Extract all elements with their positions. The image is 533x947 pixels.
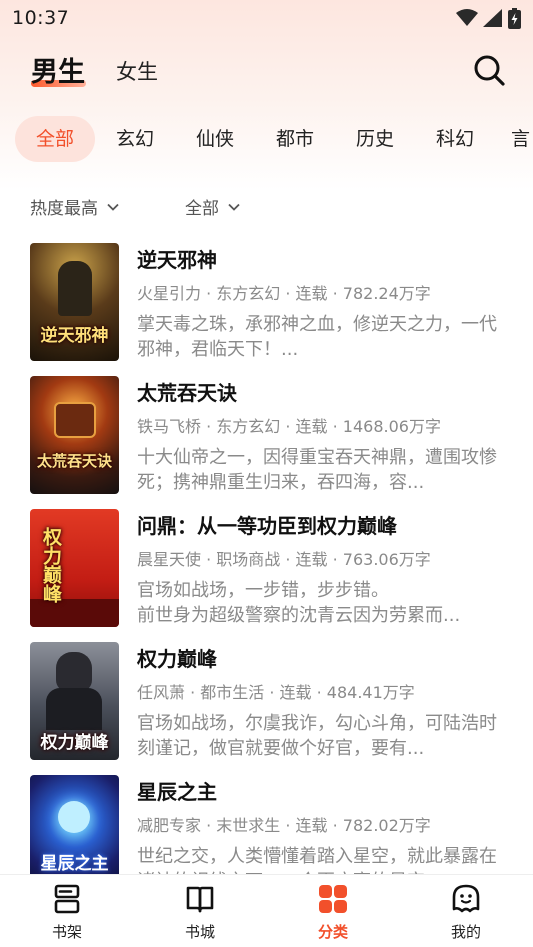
- book-item[interactable]: 太荒吞天诀 太荒吞天诀 铁马飞桥 · 东方玄幻 · 连载 · 1468.06万字…: [0, 373, 533, 506]
- book-cover: 星辰之主: [30, 775, 119, 874]
- cover-figure-head: [56, 652, 92, 692]
- book-meta: 晨星天使 · 职场商战 · 连载 · 763.06万字: [137, 550, 431, 569]
- book-item[interactable]: 星辰之主 星辰之主 减肥专家 · 末世求生 · 连载 · 782.02万字 世纪…: [0, 772, 533, 874]
- book-title: 逆天邪神: [137, 248, 217, 272]
- book-description: 官场如战场，一步错，步步错。 前世身为超级警察的沈青云因为劳累而...: [137, 580, 461, 626]
- cover-orb: [58, 801, 90, 833]
- book-cover: 逆天邪神: [30, 243, 119, 361]
- wifi-icon: [456, 9, 478, 26]
- cover-title: 权力巅峰: [40, 527, 62, 603]
- search-icon: [474, 55, 505, 86]
- category-xuanhuan[interactable]: 玄幻: [111, 116, 159, 162]
- cover-title: 权力巅峰: [40, 733, 109, 753]
- grid-icon: [319, 885, 347, 913]
- book-title: 星辰之主: [137, 780, 217, 804]
- nav-bookshelf-label: 书架: [51, 923, 82, 941]
- category-lishi[interactable]: 历史: [351, 116, 399, 162]
- battery-icon: [508, 7, 521, 29]
- category-more[interactable]: 言: [511, 116, 533, 162]
- cellular-signal-icon: [483, 9, 502, 27]
- profile-icon: [452, 884, 480, 913]
- book-meta: 任风萧 · 都市生活 · 连载 · 484.41万字: [137, 683, 415, 702]
- category-kehuan[interactable]: 科幻: [431, 116, 479, 162]
- bookshelf-icon: [54, 884, 80, 914]
- cover-title: 太荒吞天诀: [36, 452, 112, 470]
- nav-bookshelf[interactable]: 书架: [27, 883, 107, 942]
- chevron-down-icon: [107, 203, 119, 211]
- category-tabs: 全部 玄幻 仙侠 都市 历史 科幻 言: [0, 116, 533, 162]
- book-title: 太荒吞天诀: [137, 381, 237, 405]
- book-item[interactable]: 逆天邪神 逆天邪神 火星引力 · 东方玄幻 · 连载 · 782.24万字 掌天…: [0, 240, 533, 373]
- gender-tabs: 男生 女生: [0, 50, 533, 94]
- book-open-icon: [186, 886, 214, 913]
- cover-cauldron: [54, 402, 96, 438]
- status-filter-label: 全部: [185, 199, 219, 219]
- nav-profile-label: 我的: [450, 923, 481, 941]
- book-title: 问鼎：从一等功臣到权力巅峰: [137, 514, 397, 538]
- book-meta: 减肥专家 · 末世求生 · 连载 · 782.02万字: [137, 816, 431, 835]
- book-description: 十大仙帝之一，因得重宝吞天神鼎，遭围攻惨死；携神鼎重生归来，吞四海，容...: [137, 447, 497, 493]
- status-filter[interactable]: 全部: [185, 194, 241, 219]
- sort-filter-label: 热度最高: [30, 199, 98, 219]
- nav-category-label: 分类: [317, 923, 348, 941]
- book-item[interactable]: 权力巅峰 权力巅峰 任风萧 · 都市生活 · 连载 · 484.41万字 官场如…: [0, 639, 533, 772]
- status-time: 10:37: [12, 7, 70, 29]
- category-xianxia[interactable]: 仙侠: [191, 116, 239, 162]
- cover-title: 星辰之主: [40, 854, 109, 874]
- book-description: 世纪之交，人类懵懂着踏入星空，就此暴露在诸神的视线之下，一个更广袤的星空...: [137, 846, 497, 874]
- category-all[interactable]: 全部: [15, 116, 95, 162]
- book-meta: 火星引力 · 东方玄幻 · 连载 · 782.24万字: [137, 284, 431, 303]
- cover-figure: [58, 261, 92, 316]
- filter-row: 热度最高 全部: [0, 190, 533, 222]
- book-description: 官场如战场，尔虞我诈，勾心斗角，可陆浩时刻谨记，做官就要做个好官，要有...: [137, 713, 497, 759]
- nav-category[interactable]: 分类: [293, 883, 373, 942]
- search-button[interactable]: [472, 53, 506, 87]
- book-item[interactable]: 权力巅峰 问鼎：从一等功臣到权力巅峰 晨星天使 · 职场商战 · 连载 · 76…: [0, 506, 533, 639]
- book-meta: 铁马飞桥 · 东方玄幻 · 连载 · 1468.06万字: [137, 417, 441, 436]
- cover-figure-body: [46, 688, 102, 730]
- book-cover: 太荒吞天诀: [30, 376, 119, 494]
- book-title: 权力巅峰: [137, 647, 217, 671]
- nav-bookstore[interactable]: 书城: [160, 883, 240, 942]
- book-cover: 权力巅峰: [30, 509, 119, 627]
- sort-filter[interactable]: 热度最高: [30, 194, 120, 219]
- book-list: 逆天邪神 逆天邪神 火星引力 · 东方玄幻 · 连载 · 782.24万字 掌天…: [0, 240, 533, 874]
- tab-female[interactable]: 女生: [116, 56, 158, 86]
- status-icons: [456, 7, 521, 29]
- category-dushi[interactable]: 都市: [271, 116, 319, 162]
- chevron-down-icon: [228, 203, 240, 211]
- nav-profile[interactable]: 我的: [426, 883, 506, 942]
- cover-building: [30, 599, 119, 627]
- nav-bookstore-label: 书城: [184, 923, 215, 941]
- cover-title: 逆天邪神: [40, 326, 109, 346]
- tab-male[interactable]: 男生: [31, 50, 85, 89]
- book-description: 掌天毒之珠，承邪神之血，修逆天之力，一代邪神，君临天下！...: [137, 314, 497, 360]
- status-bar: 10:37: [0, 0, 533, 36]
- book-cover: 权力巅峰: [30, 642, 119, 760]
- bottom-nav: 书架 书城 分类 我的: [0, 874, 533, 947]
